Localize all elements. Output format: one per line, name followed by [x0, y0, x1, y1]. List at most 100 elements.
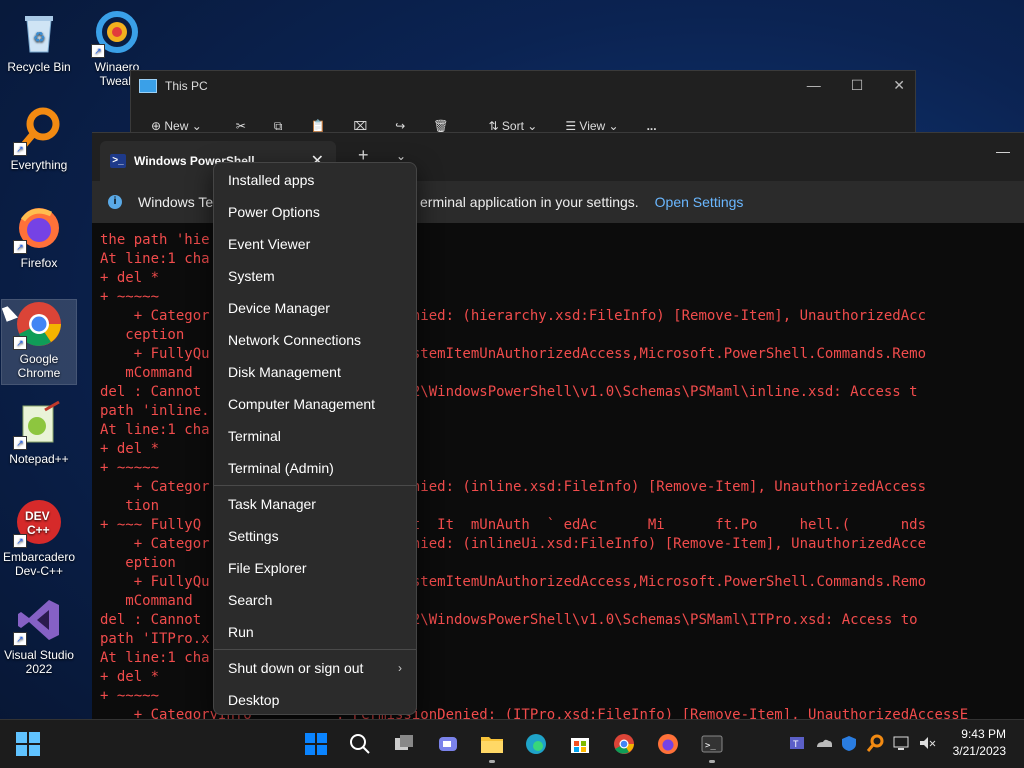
menu-item-terminal-admin[interactable]: Terminal (Admin) [214, 452, 416, 484]
start-menu-button[interactable] [300, 728, 332, 760]
windows-logo-icon [16, 732, 40, 756]
everything-search-icon: ↗ [13, 106, 63, 156]
menu-item-device-manager[interactable]: Device Manager [214, 292, 416, 324]
shortcut-arrow-icon: ↗ [13, 632, 27, 646]
menu-item-label: Network Connections [228, 332, 362, 348]
search-button[interactable] [344, 728, 376, 760]
desktop-icon-recycle-bin[interactable]: ♻ Recycle Bin [2, 8, 76, 74]
menu-item-settings[interactable]: Settings [214, 520, 416, 552]
desktop-icon-visual-studio[interactable]: ↗ Visual Studio 2022 [2, 596, 76, 676]
svg-text:♻: ♻ [33, 29, 46, 45]
shortcut-arrow-icon: ↗ [13, 534, 27, 548]
winaero-tweaker-icon: ↗ [91, 8, 141, 58]
shortcut-arrow-icon: ↗ [13, 336, 27, 350]
minimize-button[interactable]: — [807, 77, 821, 94]
this-pc-window[interactable]: This PC — ☐ ✕ ⊕ New ⌄ ✂ ⧉ 📋 ⌧ ↪ 🗑 ⇅ Sort… [130, 70, 916, 134]
monitor-icon [139, 79, 157, 93]
start-button[interactable] [16, 732, 40, 756]
store-icon [571, 738, 589, 753]
file-explorer-button[interactable] [476, 728, 508, 763]
chat-icon [439, 737, 457, 751]
clock-date: 3/21/2023 [952, 744, 1006, 758]
menu-item-label: Disk Management [228, 364, 341, 380]
open-settings-link[interactable]: Open Settings [655, 194, 744, 210]
desktop-icon-label: Embarcadero Dev-C++ [2, 550, 76, 578]
desktop-icon-dev-cpp[interactable]: DEV C++ ↗ Embarcadero Dev-C++ [2, 498, 76, 578]
chevron-down-icon[interactable]: ⌄ [396, 149, 406, 163]
microsoft-store-button[interactable] [564, 728, 596, 760]
menu-item-disk-management[interactable]: Disk Management [214, 356, 416, 388]
menu-item-label: Power Options [228, 204, 320, 220]
desktop-icon-label: Notepad++ [9, 452, 69, 466]
everything-tray-icon[interactable] [866, 734, 884, 752]
chrome-icon [614, 734, 634, 754]
menu-item-event-viewer[interactable]: Event Viewer [214, 228, 416, 260]
taskbar-clock[interactable]: 9:43 PM 3/21/2023 [953, 726, 1006, 760]
this-pc-title-bar: This PC [139, 79, 208, 93]
windows-logo-icon [305, 733, 327, 755]
dev-cpp-icon: DEV C++ ↗ [13, 498, 63, 548]
menu-item-label: Search [228, 592, 273, 608]
window-title: This PC [165, 79, 208, 93]
volume-muted-icon[interactable] [918, 734, 936, 752]
menu-item-label: Terminal (Admin) [228, 460, 334, 476]
task-view-button[interactable] [388, 728, 420, 760]
menu-item-system[interactable]: System [214, 260, 416, 292]
desktop-icon-notepad-plus-plus[interactable]: ↗ Notepad++ [2, 400, 76, 466]
shortcut-arrow-icon: ↗ [91, 44, 105, 58]
close-button[interactable]: ✕ [893, 77, 905, 94]
desktop-icon-label: Recycle Bin [7, 60, 71, 74]
menu-item-label: Task Manager [228, 496, 316, 512]
teams-icon[interactable]: T [788, 734, 806, 752]
menu-item-search[interactable]: Search [214, 584, 416, 616]
winx-context-menu: Installed apps Power Options Event Viewer S… [213, 162, 417, 715]
menu-item-task-manager[interactable]: Task Manager [214, 488, 416, 520]
info-message-end: erminal application in your settings. [420, 194, 639, 210]
desktop-icon-label: Everything [10, 158, 68, 172]
menu-item-shut-down-or-sign-out[interactable]: Shut down or sign out › [214, 652, 416, 684]
menu-item-file-explorer[interactable]: File Explorer [214, 552, 416, 584]
svg-text:>_: >_ [705, 741, 716, 751]
desktop-icon-firefox[interactable]: ↗ Firefox [2, 204, 76, 270]
maximize-button[interactable]: ☐ [851, 77, 864, 94]
chrome-icon: ↗ [13, 300, 63, 350]
menu-item-network-connections[interactable]: Network Connections [214, 324, 416, 356]
menu-item-label: System [228, 268, 275, 284]
onedrive-icon[interactable] [814, 734, 832, 752]
minimize-button[interactable]: — [996, 143, 1010, 159]
edge-icon [526, 734, 546, 754]
terminal-button[interactable]: >_ [696, 728, 728, 763]
desktop-icon-label: Visual Studio 2022 [4, 648, 74, 676]
svg-text:DEV: DEV [25, 509, 50, 523]
svg-text:C++: C++ [27, 523, 50, 537]
task-view-icon [395, 735, 413, 750]
shortcut-arrow-icon: ↗ [13, 436, 27, 450]
notepad-plus-plus-icon: ↗ [13, 400, 63, 450]
powershell-icon: >_ [110, 154, 126, 168]
info-icon: i [108, 195, 122, 209]
firefox-button[interactable] [652, 728, 684, 760]
menu-item-power-options[interactable]: Power Options [214, 196, 416, 228]
chevron-right-icon: › [398, 661, 402, 675]
teams-chat-button[interactable] [432, 728, 464, 760]
edge-button[interactable] [520, 728, 552, 760]
menu-separator [214, 649, 416, 650]
network-icon[interactable] [892, 734, 910, 752]
security-shield-icon[interactable] [840, 734, 858, 752]
taskbar: >_ T 9:43 PM 3/21/2023 [0, 719, 1024, 768]
chrome-button[interactable] [608, 728, 640, 760]
shortcut-arrow-icon: ↗ [13, 142, 27, 156]
menu-item-label: Settings [228, 528, 279, 544]
menu-item-computer-management[interactable]: Computer Management [214, 388, 416, 420]
menu-item-terminal[interactable]: Terminal [214, 420, 416, 452]
menu-separator [214, 485, 416, 486]
menu-item-run[interactable]: Run [214, 616, 416, 648]
search-icon [350, 734, 370, 754]
desktop-icon-everything[interactable]: ↗ Everything [2, 106, 76, 172]
visual-studio-icon: ↗ [13, 596, 63, 646]
menu-item-desktop[interactable]: Desktop [214, 684, 416, 716]
folder-icon [481, 737, 503, 753]
menu-item-label: Shut down or sign out [228, 660, 364, 676]
info-message-start: Windows Te [138, 194, 214, 210]
menu-item-installed-apps[interactable]: Installed apps [214, 164, 416, 196]
